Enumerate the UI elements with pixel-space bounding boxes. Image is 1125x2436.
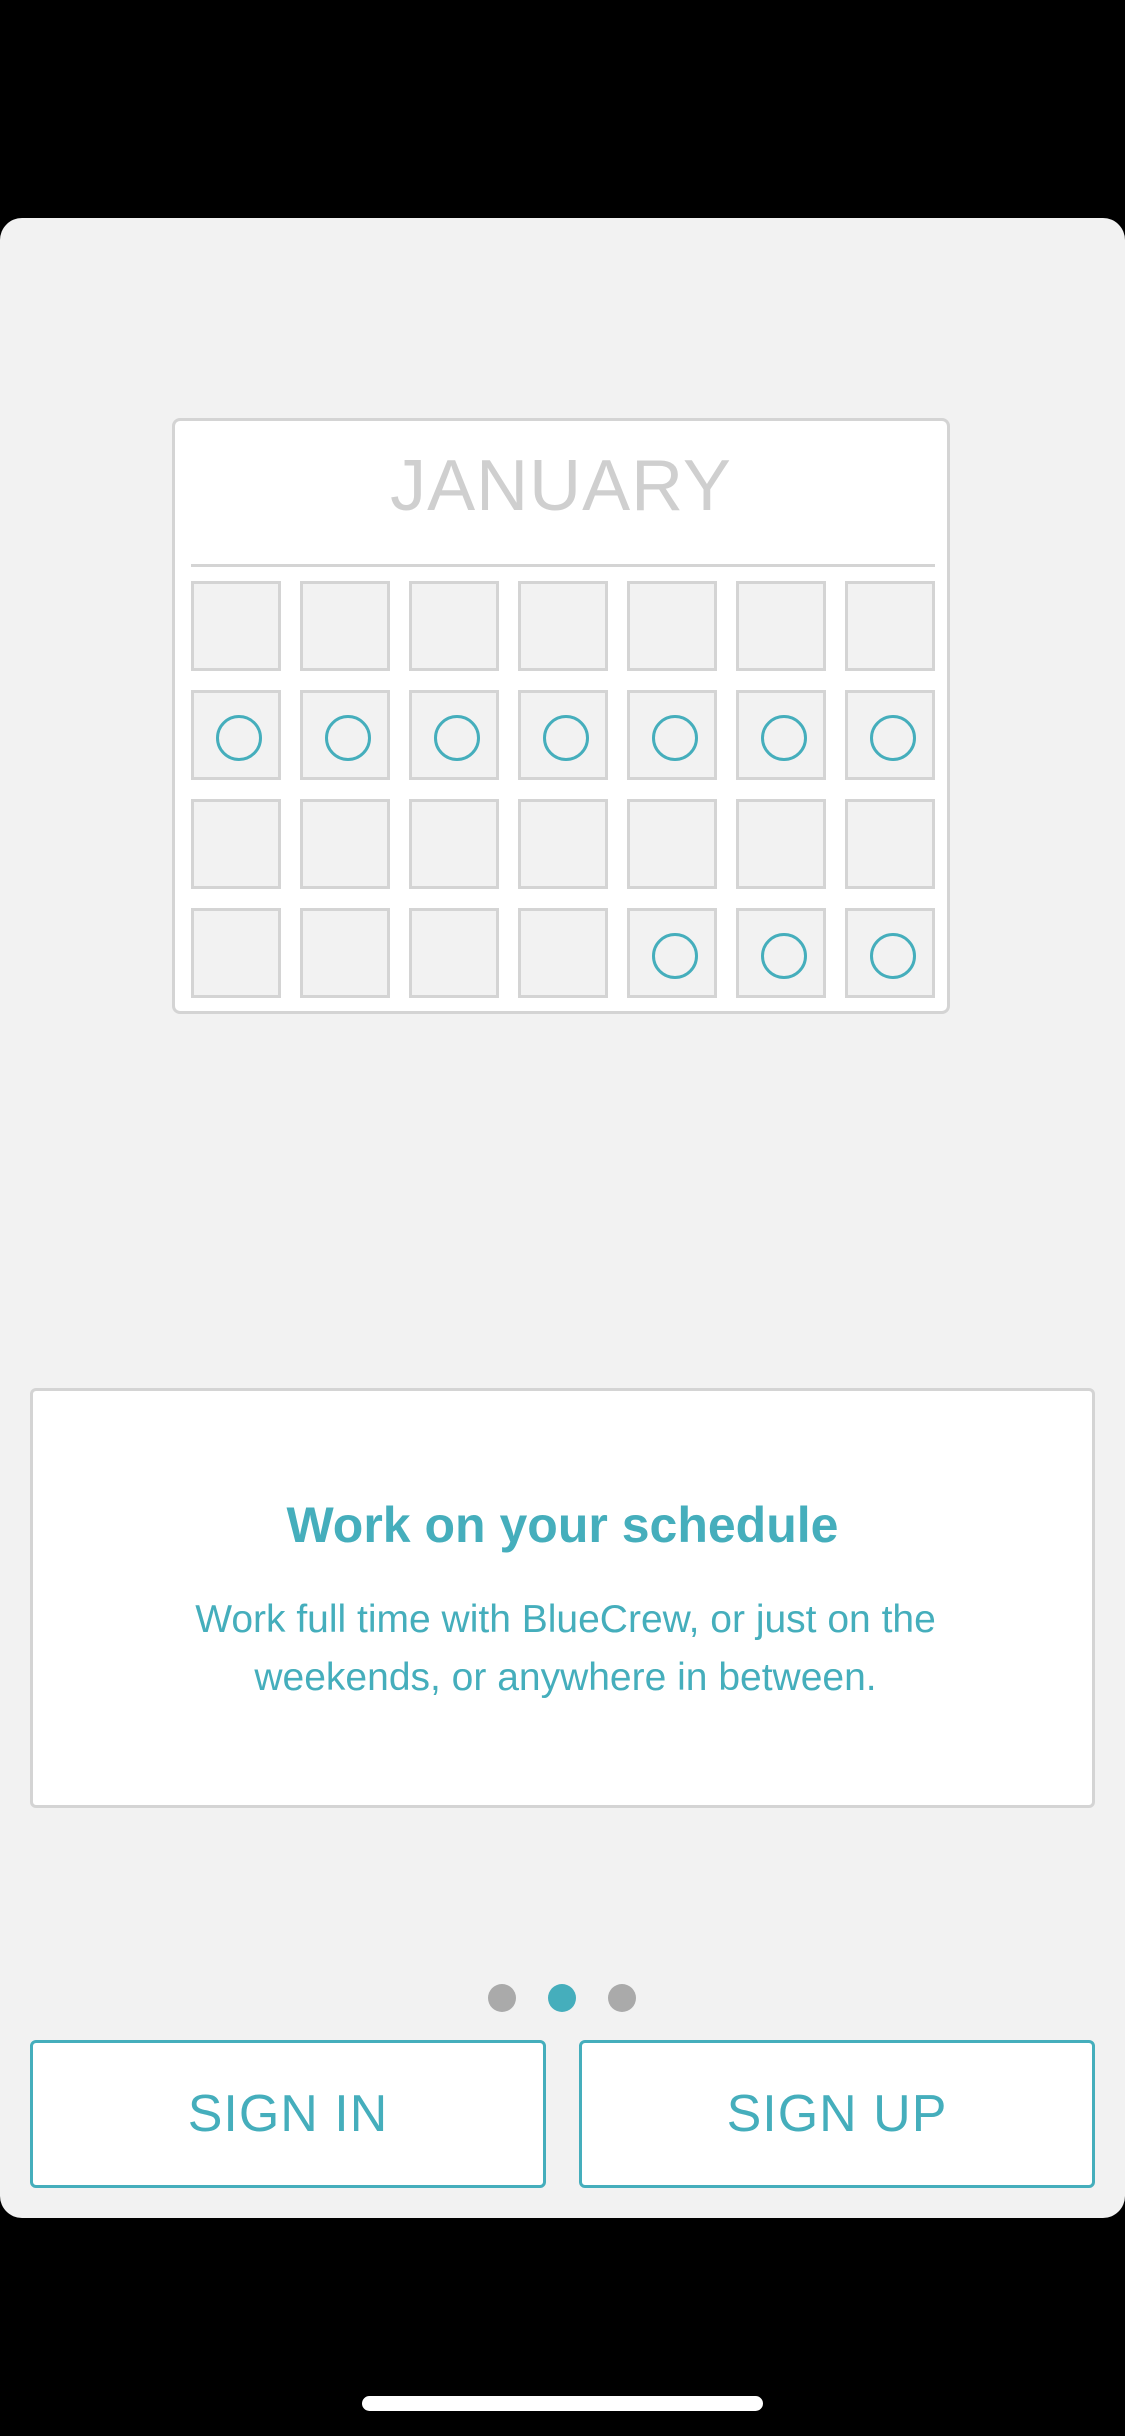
calendar-day-cell — [518, 690, 608, 780]
scheduled-day-circle-icon — [761, 715, 807, 761]
calendar-day-cell — [627, 581, 717, 671]
scheduled-day-circle-icon — [652, 715, 698, 761]
scheduled-day-circle-icon — [216, 715, 262, 761]
calendar-day-cell — [627, 690, 717, 780]
calendar-day-cell — [845, 799, 935, 889]
calendar-day-cell — [518, 908, 608, 998]
scheduled-day-circle-icon — [870, 933, 916, 979]
calendar-day-cell — [191, 690, 281, 780]
calendar-day-cell — [736, 690, 826, 780]
onboarding-card: Work on your schedule Work full time wit… — [30, 1388, 1095, 1808]
calendar-day-cell — [300, 908, 390, 998]
calendar-day-cell — [191, 581, 281, 671]
sign-in-button[interactable]: SIGN IN — [30, 2040, 546, 2188]
scheduled-day-circle-icon — [870, 715, 916, 761]
onboarding-screen: JANUARY Work on your schedule Work full … — [0, 218, 1125, 2218]
calendar-day-cell — [409, 690, 499, 780]
scheduled-day-circle-icon — [761, 933, 807, 979]
page-indicator — [0, 1984, 1125, 2012]
scheduled-day-circle-icon — [543, 715, 589, 761]
calendar-divider — [191, 564, 935, 567]
sign-up-button[interactable]: SIGN UP — [579, 2040, 1095, 2188]
page-dot[interactable] — [608, 1984, 636, 2012]
calendar-day-cell — [845, 908, 935, 998]
card-title: Work on your schedule — [286, 1497, 839, 1553]
scheduled-day-circle-icon — [652, 933, 698, 979]
calendar-day-cell — [845, 690, 935, 780]
calendar-month-label: JANUARY — [390, 446, 732, 526]
card-description: Work full time with BlueCrew, or just on… — [195, 1598, 936, 1699]
calendar-day-cell — [409, 908, 499, 998]
calendar-day-cell — [409, 799, 499, 889]
calendar-day-cell — [627, 908, 717, 998]
calendar-day-cell — [409, 581, 499, 671]
calendar-day-cell — [300, 690, 390, 780]
calendar-day-cell — [736, 799, 826, 889]
calendar-day-cell — [845, 581, 935, 671]
calendar-day-cell — [627, 799, 717, 889]
scheduled-day-circle-icon — [434, 715, 480, 761]
calendar-day-cell — [736, 908, 826, 998]
calendar-day-cell — [300, 799, 390, 889]
calendar-day-cell — [518, 581, 608, 671]
calendar-day-cell — [191, 908, 281, 998]
scheduled-day-circle-icon — [325, 715, 371, 761]
calendar-day-cell — [300, 581, 390, 671]
calendar-illustration: JANUARY — [172, 418, 950, 1014]
home-indicator — [362, 2396, 763, 2411]
calendar-day-cell — [191, 799, 281, 889]
calendar-day-cell — [736, 581, 826, 671]
page-dot[interactable] — [488, 1984, 516, 2012]
calendar-day-cell — [518, 799, 608, 889]
page-dot[interactable] — [548, 1984, 576, 2012]
